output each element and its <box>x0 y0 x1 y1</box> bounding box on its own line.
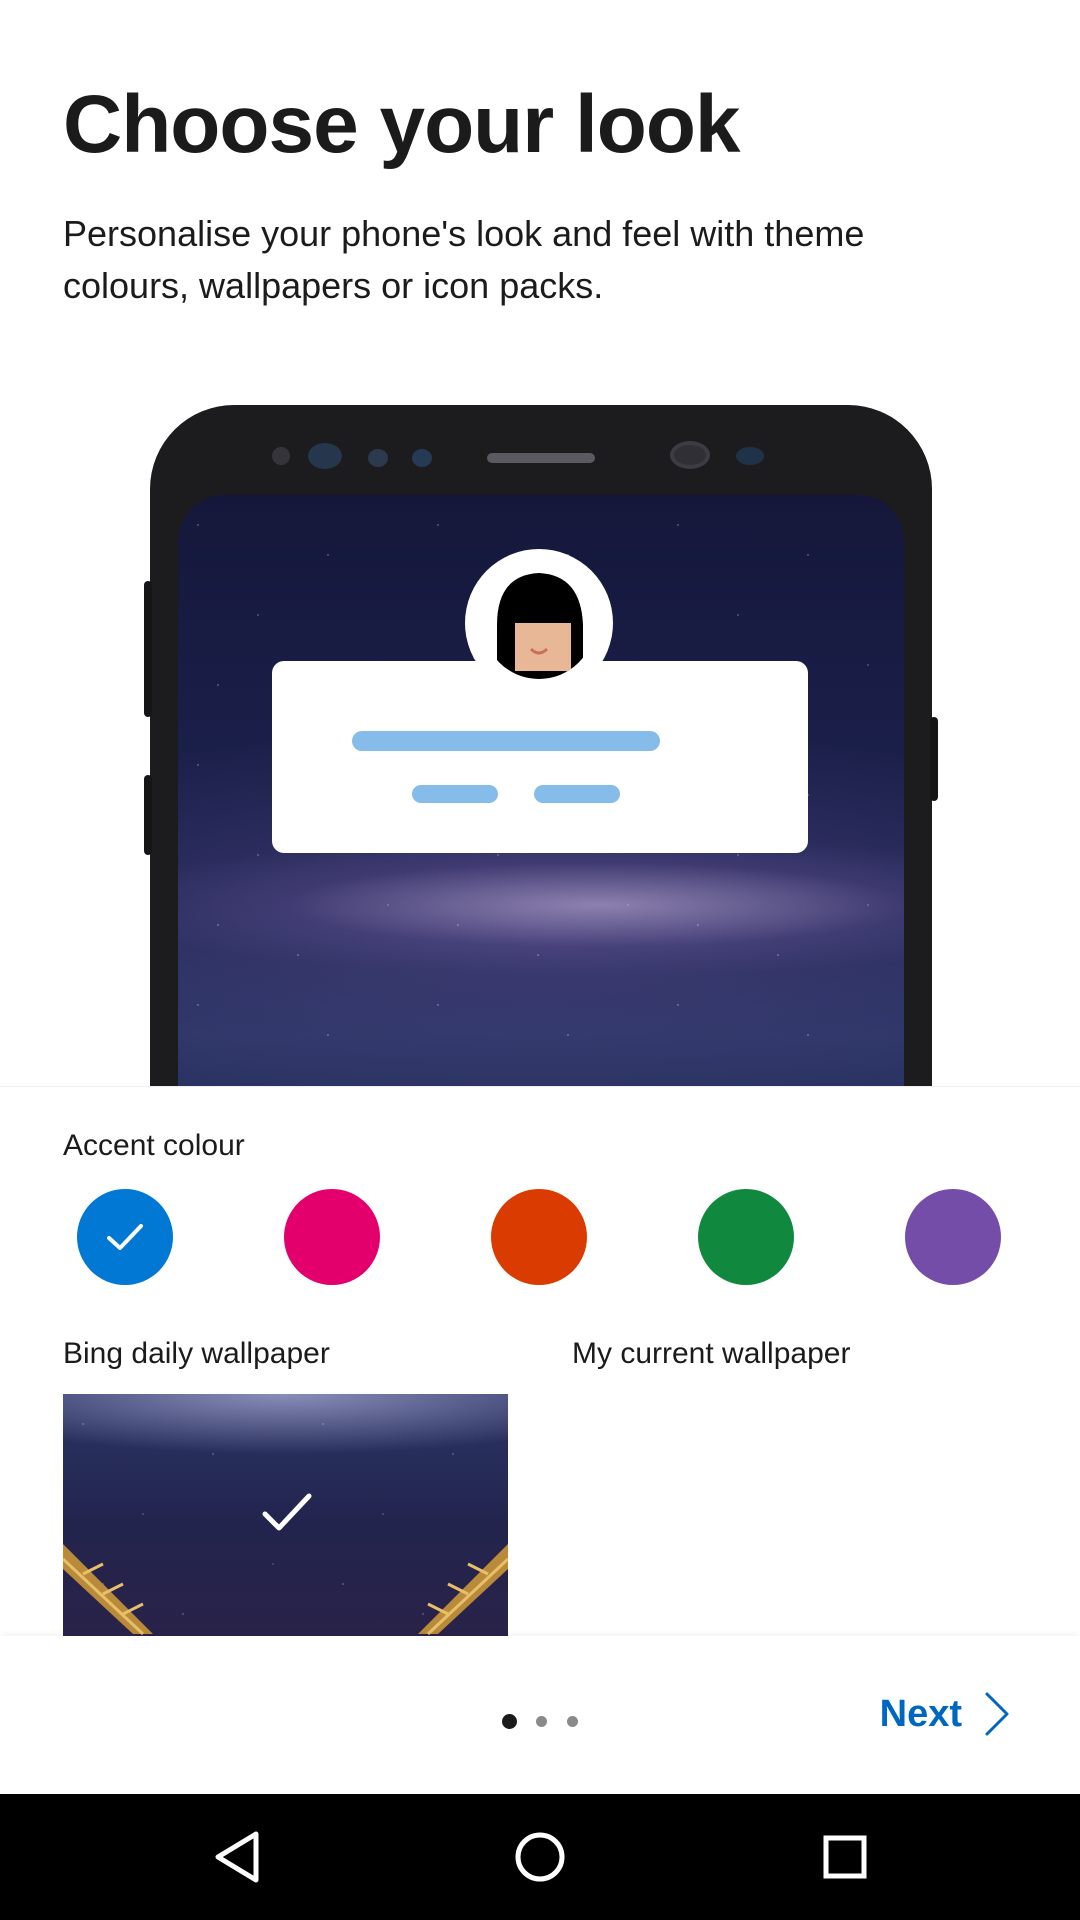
phone-camera <box>670 441 710 469</box>
nav-recents-button[interactable] <box>812 1824 878 1890</box>
checkmark-icon <box>262 1493 312 1531</box>
page-indicator-dot <box>567 1716 578 1727</box>
phone-sensor <box>368 449 388 467</box>
system-navigation-bar <box>0 1794 1080 1920</box>
phone-sensor <box>308 443 342 469</box>
phone-speaker <box>487 453 595 463</box>
page-subtitle: Personalise your phone's look and feel w… <box>63 213 865 306</box>
phone-screen <box>178 495 904 1086</box>
page-indicator-dot-active <box>502 1714 517 1729</box>
chevron-right-icon <box>985 1692 1009 1736</box>
page-title: Choose your look <box>63 79 741 170</box>
phone-sensor <box>412 449 432 467</box>
next-button[interactable]: Next <box>880 1684 1010 1744</box>
phone-sensor <box>736 447 764 465</box>
phone-illustration <box>0 330 1080 1086</box>
person-avatar-icon <box>483 567 595 679</box>
back-triangle-icon <box>215 1831 259 1883</box>
current-wallpaper-thumbnail[interactable] <box>572 1394 1017 1636</box>
accent-colour-label: Accent colour <box>63 1129 245 1162</box>
nav-back-button[interactable] <box>204 1824 270 1890</box>
accent-swatch-purple[interactable] <box>905 1189 1001 1285</box>
phone-body <box>144 405 938 1086</box>
accent-swatch-green[interactable] <box>698 1189 794 1285</box>
onboarding-footer: Next <box>0 1636 1080 1794</box>
phone-bixby-button <box>144 775 152 855</box>
bing-wallpaper-label: Bing daily wallpaper <box>63 1337 330 1370</box>
phone-volume-button <box>144 581 152 717</box>
settings-panel: Accent colour Bing daily wallpaper My cu… <box>0 1086 1080 1636</box>
avatar <box>465 549 613 697</box>
current-wallpaper-label: My current wallpaper <box>572 1337 851 1370</box>
accent-swatch-orange[interactable] <box>491 1189 587 1285</box>
next-button-label: Next <box>879 1692 962 1735</box>
bing-wallpaper-thumbnail[interactable] <box>63 1394 508 1636</box>
card-placeholder-line <box>412 785 498 803</box>
page-indicator-dot <box>536 1716 547 1727</box>
phone-power-button <box>930 717 938 801</box>
card-placeholder-line <box>352 731 660 751</box>
card-placeholder-line <box>534 785 620 803</box>
accent-swatch-pink[interactable] <box>284 1189 380 1285</box>
phone-sensor <box>272 447 290 465</box>
home-circle-icon <box>515 1832 565 1882</box>
nav-home-button[interactable] <box>507 1824 573 1890</box>
recents-square-icon <box>823 1835 867 1879</box>
checkmark-icon <box>107 1224 143 1250</box>
accent-swatch-blue[interactable] <box>77 1189 173 1285</box>
